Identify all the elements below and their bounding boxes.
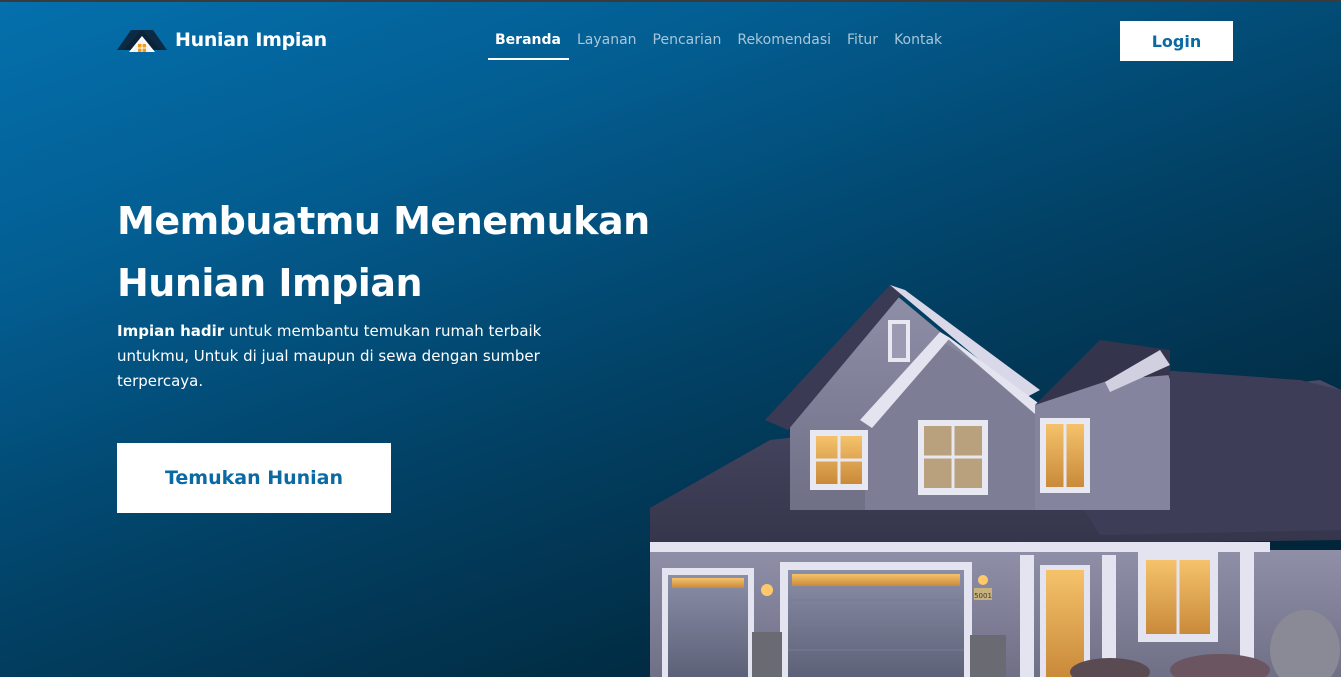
brand[interactable]: Hunian Impian <box>117 26 327 54</box>
hero-headline: Membuatmu Menemukan Hunian Impian <box>117 190 697 314</box>
hero-subtext: Impian hadir untuk membantu temukan ruma… <box>117 319 587 394</box>
nav-item-kontak[interactable]: Kontak <box>886 22 950 58</box>
login-button[interactable]: Login <box>1120 21 1233 61</box>
house-image: 5001 <box>650 285 1341 677</box>
subtext-strong: Impian hadir <box>117 322 225 340</box>
nav-item-rekomendasi[interactable]: Rekomendasi <box>729 22 839 58</box>
nav-item-layanan[interactable]: Layanan <box>569 22 645 58</box>
nav-item-pencarian[interactable]: Pencarian <box>645 22 730 58</box>
house-number: 5001 <box>974 592 992 600</box>
find-home-button[interactable]: Temukan Hunian <box>117 443 391 513</box>
nav-item-beranda[interactable]: Beranda <box>488 22 569 60</box>
top-border <box>0 0 1341 2</box>
headline-line-2: Hunian Impian <box>117 261 423 305</box>
nav-item-fitur[interactable]: Fitur <box>839 22 886 58</box>
hero-section: Hunian Impian Beranda Layanan Pencarian … <box>0 0 1341 677</box>
brand-name: Hunian Impian <box>175 29 327 51</box>
main-nav: Beranda Layanan Pencarian Rekomendasi Fi… <box>488 22 950 60</box>
house-roof-icon <box>117 30 167 52</box>
headline-line-1: Membuatmu Menemukan <box>117 199 650 243</box>
